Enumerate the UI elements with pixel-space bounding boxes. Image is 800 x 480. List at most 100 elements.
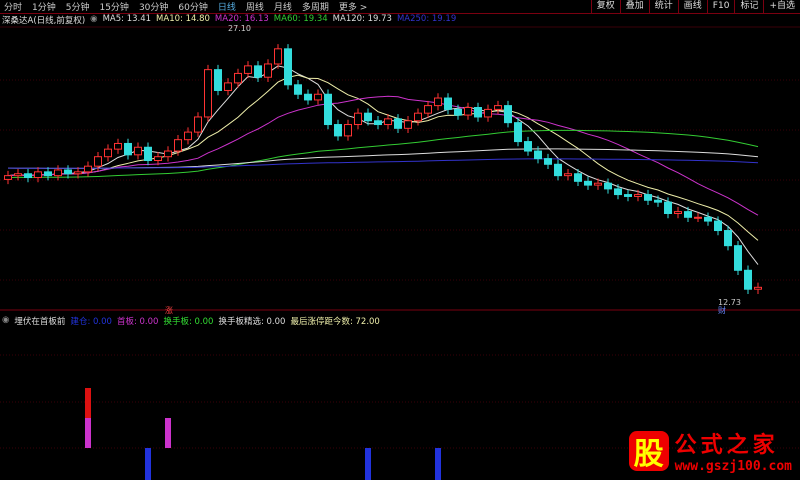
- candle-body: [414, 112, 422, 122]
- candle-body: [654, 199, 662, 203]
- candle-body: [134, 146, 142, 156]
- candle-body: [374, 120, 382, 126]
- candle-body: [154, 156, 162, 161]
- candle-body: [344, 124, 352, 137]
- logo-url: www.gszj100.com: [674, 459, 792, 474]
- candle-body: [604, 182, 612, 190]
- indicator-value: 换手板精选: 0.00: [218, 317, 286, 327]
- candle-body: [244, 65, 252, 74]
- high-price-label: 27.10: [228, 24, 251, 33]
- candle-body: [224, 82, 232, 91]
- candle-body: [464, 106, 472, 116]
- indicator-value: 换手板: 0.00: [163, 317, 214, 327]
- candle-body: [704, 216, 712, 222]
- candle-body: [594, 182, 602, 186]
- candle-body: [524, 141, 532, 152]
- signal-bar-magenta: [165, 418, 171, 448]
- signal-bar-red: [85, 388, 91, 418]
- candle-body: [144, 146, 152, 161]
- ma-line: [7, 129, 759, 178]
- indicator-value: 首板: 0.00: [116, 317, 159, 327]
- indicator-name: 埋伏在首板前: [14, 317, 66, 327]
- signal-bar-magenta: [85, 418, 91, 448]
- candle-body: [744, 269, 752, 290]
- logo-badge: 股: [628, 430, 669, 472]
- candle-body: [124, 142, 132, 156]
- candle-body: [664, 201, 672, 214]
- candle-body: [234, 72, 242, 84]
- candle-body: [544, 158, 552, 165]
- candle-body: [574, 173, 582, 182]
- candle-body: [254, 65, 262, 78]
- candle-body: [54, 169, 62, 177]
- indicator-value: 最后涨停距今数: 72.00: [290, 317, 380, 327]
- candle-body: [64, 169, 72, 175]
- candle-body: [624, 194, 632, 197]
- candle-body: [644, 194, 652, 201]
- candle-body: [434, 97, 442, 107]
- candle-body: [554, 163, 562, 177]
- ma-line: [7, 74, 759, 241]
- candle-body: [444, 97, 452, 110]
- candle-body: [194, 116, 202, 133]
- finance-marker: 财: [718, 305, 726, 315]
- candle-body: [424, 105, 432, 114]
- candle-body: [354, 112, 362, 126]
- candle-body: [684, 211, 692, 218]
- candle-body: [694, 216, 702, 219]
- candle-body: [564, 173, 572, 177]
- candle-body: [504, 105, 512, 124]
- settings-icon[interactable]: ◉: [2, 315, 9, 327]
- candle-body: [304, 93, 312, 101]
- signal-bar-blue: [145, 448, 151, 480]
- candle-body: [484, 108, 492, 118]
- candle-body: [394, 118, 402, 129]
- candle-body: [164, 150, 172, 158]
- candle-body: [214, 69, 222, 91]
- watermark-logo: 股 公式之家 www.gszj100.com: [628, 427, 792, 474]
- candle-body: [714, 220, 722, 232]
- candle-body: [264, 63, 272, 78]
- candle-body: [114, 142, 122, 150]
- candle-body: [384, 118, 392, 126]
- candle-body: [84, 165, 92, 173]
- candle-body: [754, 286, 762, 290]
- candle-body: [734, 245, 742, 271]
- indicator-value: 建仓: 0.00: [70, 317, 112, 327]
- candle-body: [14, 173, 22, 177]
- candle-body: [44, 171, 52, 177]
- candle-body: [584, 180, 592, 186]
- candle-body: [334, 124, 342, 137]
- candle-body: [184, 131, 192, 141]
- candle-body: [494, 105, 502, 110]
- kline-chart[interactable]: 27.1012.73涨财: [0, 0, 800, 480]
- candle-body: [24, 173, 32, 179]
- candle-body: [534, 150, 542, 160]
- candle-body: [204, 69, 212, 118]
- limit-up-marker: 涨: [165, 305, 173, 315]
- candle-body: [614, 188, 622, 196]
- candle-body: [174, 139, 182, 152]
- candle-body: [274, 48, 282, 65]
- candle-body: [364, 112, 372, 122]
- candle-body: [324, 93, 332, 126]
- candle-body: [94, 156, 102, 167]
- candle-body: [34, 171, 42, 179]
- candle-body: [634, 194, 642, 197]
- candle-body: [474, 106, 482, 118]
- candle-body: [514, 122, 522, 143]
- indicator-legend: ◉ 埋伏在首板前 建仓: 0.00 首板: 0.00 换手板: 0.00 换手板精选:…: [2, 315, 380, 327]
- candle-body: [74, 171, 82, 175]
- signal-bar-blue: [435, 448, 441, 480]
- candle-body: [724, 230, 732, 247]
- candle-body: [674, 211, 682, 214]
- candle-body: [294, 84, 302, 95]
- candle-body: [104, 148, 112, 158]
- signal-bar-blue: [365, 448, 371, 480]
- candle-body: [284, 48, 292, 86]
- candle-body: [4, 175, 12, 180]
- logo-title: 公式之家: [674, 433, 779, 458]
- candle-body: [404, 120, 412, 129]
- candle-body: [314, 93, 322, 101]
- candle-body: [454, 108, 462, 116]
